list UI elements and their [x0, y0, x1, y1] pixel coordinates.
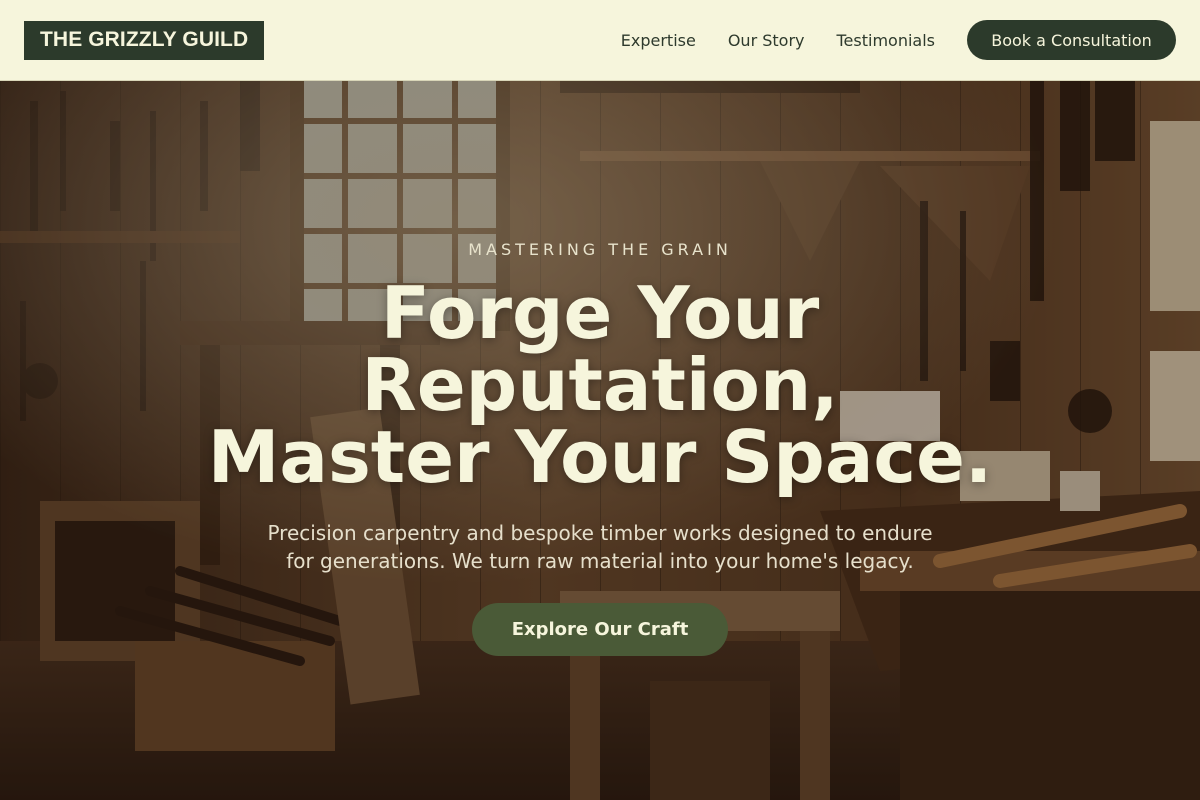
hero-section: MASTERING THE GRAIN Forge Your Reputatio… — [0, 81, 1200, 800]
subtext-line-2: for generations. We turn raw material in… — [286, 549, 914, 573]
book-consultation-button[interactable]: Book a Consultation — [967, 20, 1176, 60]
main-nav: Expertise Our Story Testimonials Book a … — [589, 20, 1176, 60]
site-header: THE GRIZZLY GUILD Expertise Our Story Te… — [0, 0, 1200, 81]
headline-line-3: Master Your Space. — [207, 415, 993, 499]
nav-link-testimonials[interactable]: Testimonials — [837, 31, 936, 50]
hero-content: MASTERING THE GRAIN Forge Your Reputatio… — [0, 81, 1200, 800]
subtext-line-1: Precision carpentry and bespoke timber w… — [267, 521, 933, 545]
logo[interactable]: THE GRIZZLY GUILD — [24, 20, 265, 60]
hero-subtext: Precision carpentry and bespoke timber w… — [250, 519, 950, 575]
nav-link-our-story[interactable]: Our Story — [728, 31, 805, 50]
hero-eyebrow: MASTERING THE GRAIN — [468, 240, 732, 259]
nav-link-expertise[interactable]: Expertise — [621, 31, 696, 50]
explore-craft-button[interactable]: Explore Our Craft — [472, 603, 728, 656]
hero-headline: Forge Your Reputation, Master Your Space… — [0, 277, 1200, 493]
